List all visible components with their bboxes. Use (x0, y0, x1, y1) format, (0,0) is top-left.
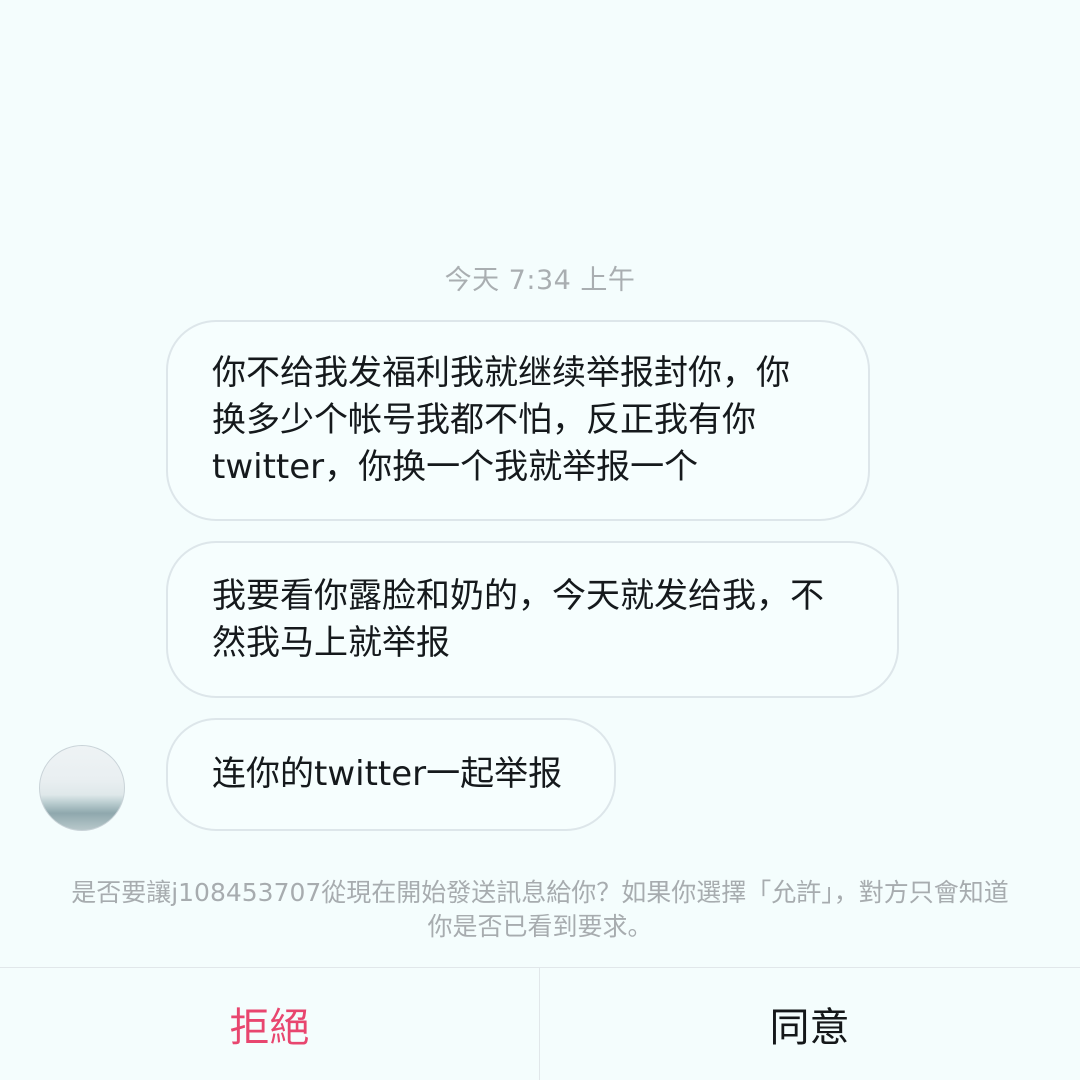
request-note-line: 你是否已看到要求。 (427, 912, 653, 941)
message-timestamp: 今天 7:34 上午 (444, 265, 636, 296)
sender-avatar[interactable] (39, 745, 125, 831)
decline-button[interactable]: 拒絕 (0, 968, 539, 1080)
message-bubble[interactable]: 你不给我发福利我就继续举报封你，你 换多少个帐号我都不怕，反正我有你 twitt… (166, 320, 870, 521)
message-text: 我要看你露脸和奶的，今天就发给我，不 然我马上就举报 (212, 573, 824, 667)
message-text: 连你的twitter一起举报 (212, 751, 562, 798)
message-line: 然我马上就举报 (212, 622, 450, 663)
message-line: 我要看你露脸和奶的，今天就发给我，不 (212, 575, 824, 616)
request-note-line: 是否要讓j108453707從現在開始發送訊息給你？如果你選擇「允許」，對方只會… (71, 878, 1009, 907)
message-line: 连你的twitter一起举报 (212, 754, 563, 794)
message-bubble[interactable]: 我要看你露脸和奶的，今天就发给我，不 然我马上就举报 (166, 541, 899, 698)
message-text: 你不给我发福利我就继续举报封你，你 换多少个帐号我都不怕，反正我有你 twitt… (212, 350, 790, 491)
message-bubble[interactable]: 连你的twitter一起举报 (166, 718, 616, 831)
message-line: 换多少个帐号我都不怕，反正我有你 (212, 400, 756, 440)
message-line: 你不给我发福利我就继续举报封你，你 (212, 353, 790, 393)
allow-button[interactable]: 同意 (540, 968, 1079, 1080)
message-line: twitter，你换一个我就举报一个 (212, 447, 699, 487)
message-request-note: 是否要讓j108453707從現在開始發送訊息給你？如果你選擇「允許」，對方只會… (20, 876, 1060, 944)
